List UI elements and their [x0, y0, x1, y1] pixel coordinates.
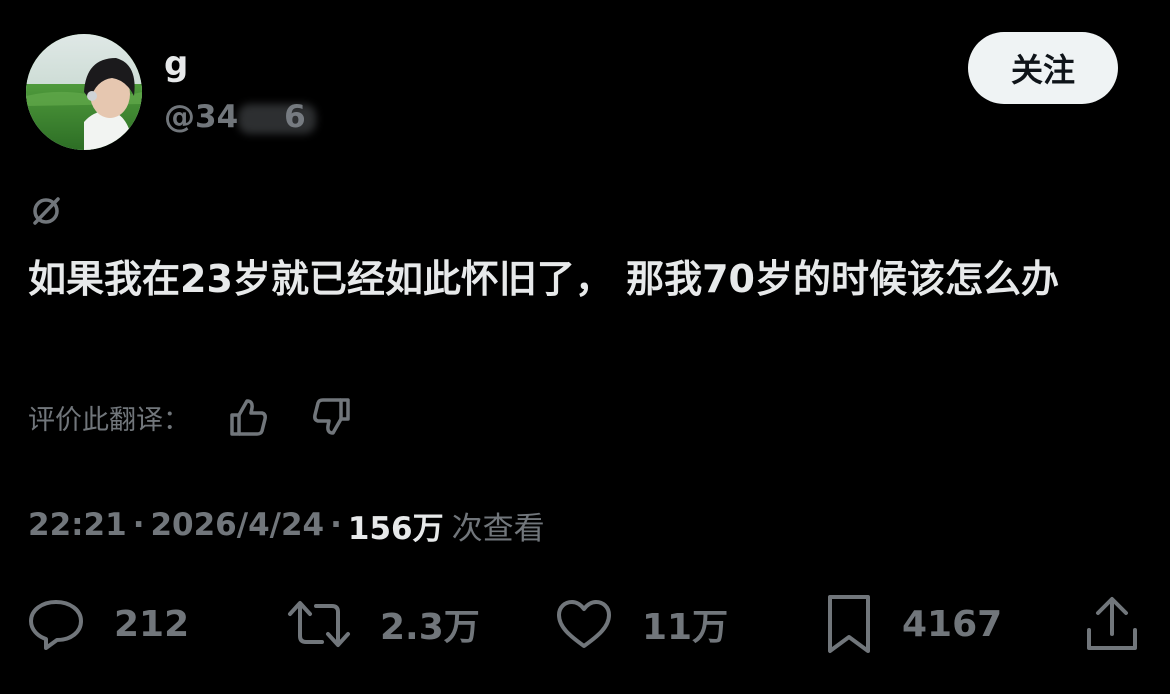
- rate-translation-row: 评价此翻译：: [28, 392, 392, 442]
- tweet-date[interactable]: 2026/4/24: [150, 507, 324, 543]
- views-count[interactable]: 156万: [348, 503, 444, 548]
- rate-translation-label: 评价此翻译：: [28, 404, 190, 436]
- reply-icon: [29, 600, 83, 650]
- avatar-image: [26, 34, 142, 150]
- handle-redaction: [238, 104, 316, 134]
- tweet-time[interactable]: 22:21: [28, 507, 127, 543]
- reply-count: 212: [114, 603, 190, 645]
- thumbs-down-button[interactable]: [308, 393, 356, 441]
- tweet: g @34 6 关注 如果我在23岁就已经如此怀旧了， 那我70岁的时候该怎么办 …: [0, 0, 1170, 694]
- tweet-text: 如果我在23岁就已经如此怀旧了， 那我70岁的时候该怎么办: [28, 257, 1059, 301]
- thumbs-up-icon: [230, 399, 267, 436]
- follow-button[interactable]: 关注: [968, 32, 1118, 104]
- bookmark-count: 4167: [902, 603, 1003, 645]
- retweet-icon: [288, 601, 350, 647]
- views-label: 次查看: [451, 510, 545, 547]
- thumbs-up-button[interactable]: [224, 393, 272, 441]
- content-disclosure-icon[interactable]: [28, 192, 64, 228]
- meta-separator: ·: [132, 507, 145, 543]
- share-button[interactable]: [1084, 592, 1140, 656]
- like-icon: [557, 600, 611, 648]
- like-count: 11万: [642, 607, 729, 648]
- like-button[interactable]: 11万: [554, 592, 728, 656]
- retweet-button[interactable]: 2.3万: [286, 592, 480, 656]
- bookmark-button[interactable]: 4167: [824, 592, 1002, 656]
- meta-separator: ·: [330, 507, 342, 543]
- retweet-count: 2.3万: [380, 607, 480, 648]
- handle-visible: @34: [164, 99, 239, 135]
- display-name[interactable]: g: [164, 44, 188, 84]
- avatar[interactable]: [26, 34, 142, 150]
- bookmark-icon: [828, 595, 870, 653]
- share-icon: [1087, 597, 1137, 650]
- tweet-meta: 22:21 · 2026/4/24 · 156万 次查看: [28, 500, 545, 550]
- thumbs-down-icon: [313, 398, 350, 435]
- reply-button[interactable]: 212: [26, 592, 189, 656]
